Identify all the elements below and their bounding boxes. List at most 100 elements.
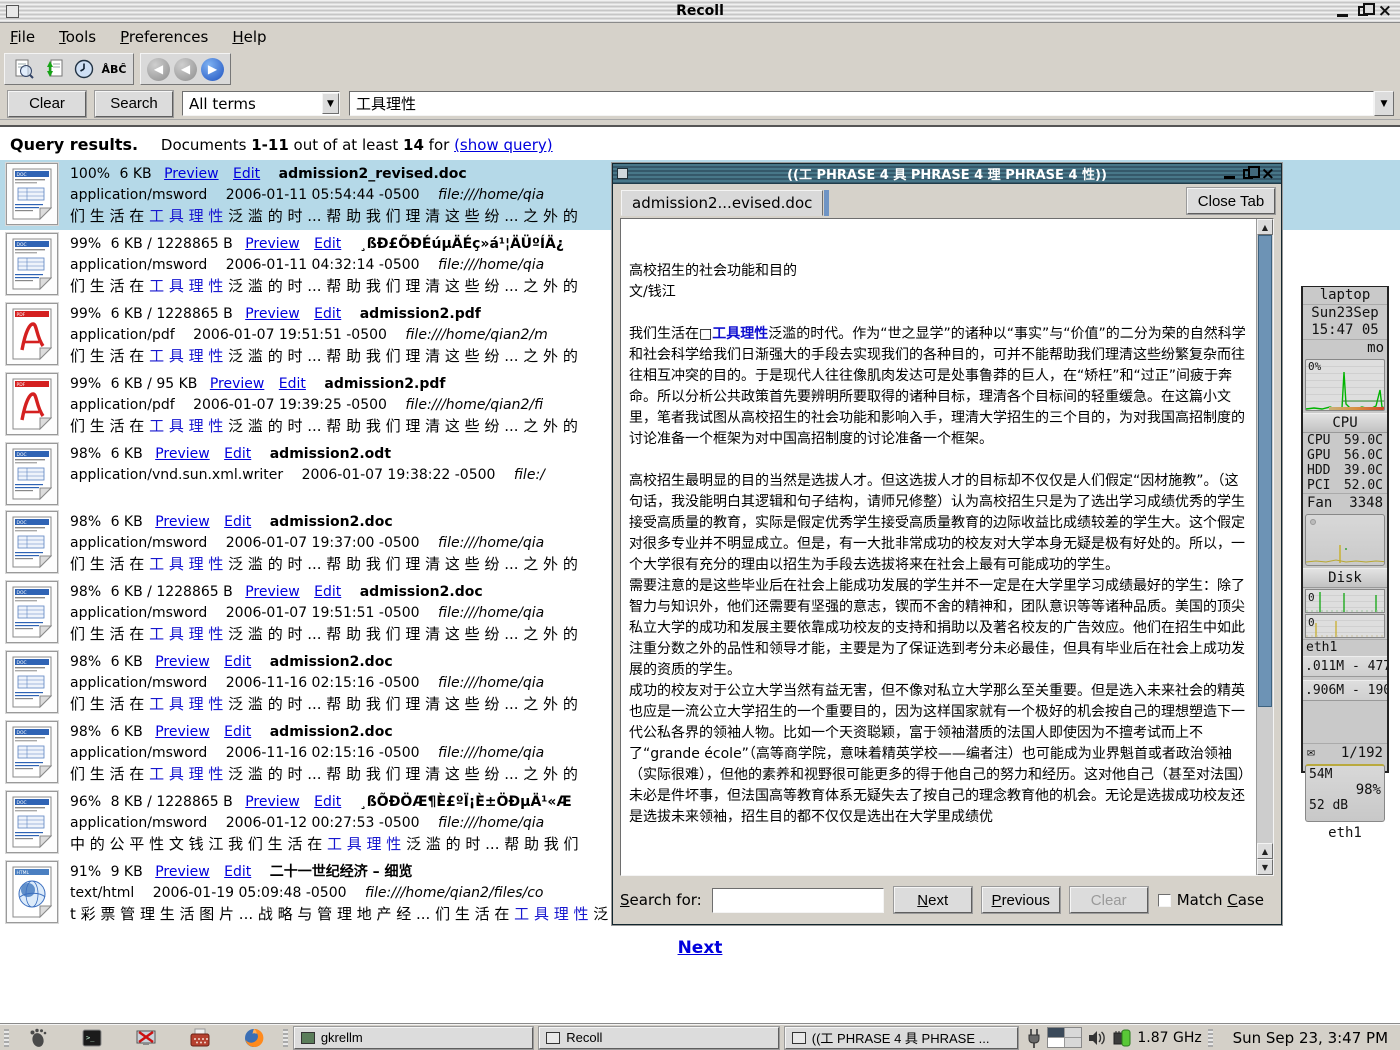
match-case-option[interactable]: Match Case [1158,891,1264,909]
edit-link[interactable]: Edit [224,446,251,462]
power-plug-icon[interactable] [1026,1028,1042,1048]
close-button[interactable]: × [1378,4,1392,18]
close-tab-button[interactable]: Close Tab [1187,188,1275,214]
first-page-icon[interactable]: ◀ [147,58,170,81]
edit-link[interactable]: Edit [279,376,306,392]
display-off-icon[interactable] [133,1026,159,1050]
scroll-down-icon[interactable]: ▼ [1257,859,1273,875]
preview-content[interactable]: 高校招生的社会功能和目的 文/钱江 我们生活在□工具理性泛滥的时代。作为“世之显… [620,218,1274,876]
edit-link[interactable]: Edit [314,236,341,252]
edit-link[interactable]: Edit [233,166,260,182]
workspace-2[interactable] [1065,1028,1081,1037]
taskbar-button-recoll[interactable]: Recoll [539,1027,778,1049]
envelope-icon: ✉ [1307,744,1315,762]
preview-close-button[interactable]: × [1261,167,1275,181]
query-history-arrow-icon[interactable]: ▼ [1374,91,1394,116]
preview-link[interactable]: Preview [245,306,300,322]
prev-page-icon[interactable]: ◀ [174,58,197,81]
match-case-checkbox[interactable] [1158,894,1171,907]
find-previous-button[interactable]: Previous [982,887,1060,913]
preview-link[interactable]: Preview [245,584,300,600]
snippet-term-highlight: 工 具 理 性 [149,555,223,573]
panel-handle[interactable] [1208,1029,1213,1047]
clear-button[interactable]: Clear [8,91,86,117]
cpu-load-chart[interactable]: 0% [1305,359,1385,411]
cpu-section-label[interactable]: CPU [1303,413,1387,433]
edit-link[interactable]: Edit [224,724,251,740]
cpufreq-icon[interactable] [1112,1028,1132,1048]
mail-monitor[interactable]: ✉ 1/192 [1303,743,1387,762]
file-size: 6 KB / 1228865 B [111,306,233,322]
edit-link[interactable]: Edit [224,864,251,880]
edit-link[interactable]: Edit [224,654,251,670]
taskbar-clock[interactable]: Sun Sep 23, 3:47 PM [1225,1029,1396,1047]
edit-link[interactable]: Edit [314,794,341,810]
panel-handle[interactable] [283,1029,288,1047]
minimize-button[interactable] [1337,14,1348,17]
find-input[interactable] [712,888,884,913]
edit-link[interactable]: Edit [224,514,251,530]
preview-link[interactable]: Preview [155,864,210,880]
preview-link[interactable]: Preview [245,794,300,810]
preview-link[interactable]: Preview [164,166,219,182]
preview-minimize-button[interactable] [1224,176,1235,179]
recoll-titlebar[interactable]: Recoll × [0,0,1400,23]
search-button[interactable]: Search [95,91,173,117]
preview-scrollbar[interactable]: ▲ ▲ ▼ [1256,219,1273,875]
taskbar-button-gkrellm[interactable]: gkrellm [294,1027,533,1049]
preview-link[interactable]: Preview [155,724,210,740]
firefox-icon[interactable] [241,1026,267,1050]
preview-restore-button[interactable] [1243,169,1253,179]
preview-link[interactable]: Preview [155,514,210,530]
workspace-switcher[interactable] [1047,1027,1082,1048]
combo-arrow-icon[interactable]: ▼ [322,93,339,114]
scrollbar-thumb[interactable] [1258,235,1272,707]
search-mode-combo[interactable]: All terms ▼ [182,91,340,116]
terminal-icon[interactable]: >_ [79,1026,105,1050]
menu-file[interactable]: File [10,28,35,46]
show-query-link[interactable]: (show query) [454,136,553,154]
disk-write-chart[interactable]: 0 [1305,614,1385,638]
volume-icon[interactable] [1087,1029,1107,1047]
workspace-4[interactable] [1065,1038,1081,1047]
preview-link[interactable]: Preview [155,654,210,670]
disk-read-chart[interactable]: 0 [1305,589,1385,613]
panel-handle[interactable] [4,1029,9,1047]
workspace-1[interactable] [1048,1028,1064,1037]
gnome-foot-icon[interactable] [25,1026,51,1050]
menu-preferences[interactable]: Preferences [120,28,208,46]
preview-link[interactable]: Preview [210,376,265,392]
disk-section-label[interactable]: Disk [1303,568,1387,588]
eth1-footer-label[interactable]: eth1 [1303,824,1387,843]
next-results-link[interactable]: Next [678,938,723,958]
menu-help[interactable]: Help [232,28,266,46]
edit-link[interactable]: Edit [314,306,341,322]
advanced-search-icon[interactable] [11,56,37,82]
results-header: Query results. Documents 1-11 out of at … [0,127,1400,160]
restore-button[interactable] [1358,6,1368,16]
search-input[interactable] [349,91,1374,116]
history-clock-icon[interactable] [71,56,97,82]
scroll-up-icon[interactable]: ▲ [1257,843,1273,859]
next-page-icon[interactable]: ▶ [201,58,224,81]
gkrellm-window[interactable]: laptop Sun23Sep 15:47 05 mo 0% CPU CPU59… [1301,286,1389,773]
workspace-3[interactable] [1048,1038,1064,1047]
preview-window-title: ((工 PHRASE 4 具 PHRASE 4 理 PHRASE 4 性)) [613,164,1281,183]
menu-tools[interactable]: Tools [59,28,96,46]
preview-window: ((工 PHRASE 4 具 PHRASE 4 理 PHRASE 4 性)) ×… [612,163,1282,925]
term-explorer-icon[interactable]: ÅBĈ [101,56,127,82]
scroll-up-icon[interactable]: ▲ [1257,219,1273,235]
eth1-chart-label[interactable]: eth1 [1303,639,1387,656]
find-clear-button[interactable]: Clear [1070,887,1148,913]
preview-link[interactable]: Preview [245,236,300,252]
temp-label: CPU [1307,433,1330,448]
window-title: Recoll [0,3,1400,19]
taskbar-button-preview[interactable]: ((工 PHRASE 4 具 PHRASE ... [785,1027,1019,1049]
edit-link[interactable]: Edit [314,584,341,600]
preview-link[interactable]: Preview [155,446,210,462]
preview-titlebar[interactable]: ((工 PHRASE 4 具 PHRASE 4 理 PHRASE 4 性)) × [613,164,1281,184]
sort-parameters-icon[interactable] [41,56,67,82]
preview-tab[interactable]: admission2...evised.doc [621,190,823,216]
typewriter-icon[interactable] [187,1026,213,1050]
find-next-button[interactable]: Next [894,887,972,913]
